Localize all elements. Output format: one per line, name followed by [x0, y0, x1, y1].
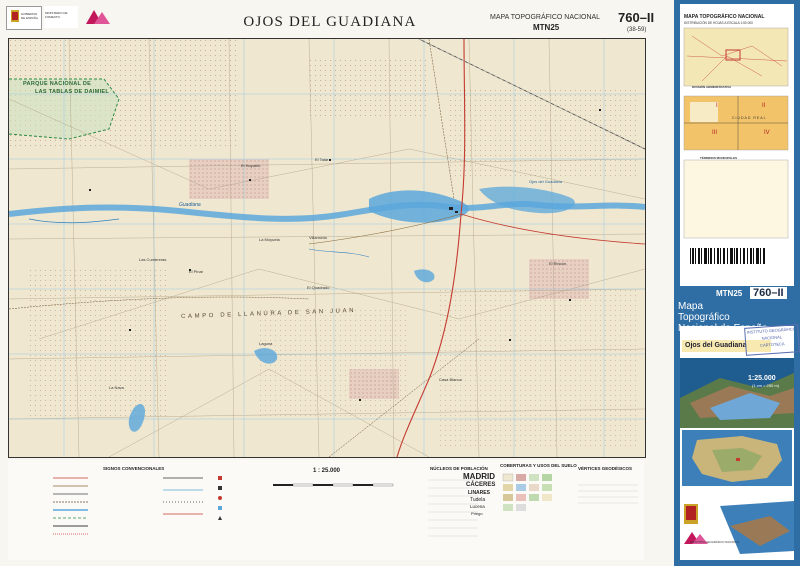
ojos-label: Ojos del Guadiana: [529, 179, 563, 184]
scale-bar: [273, 483, 394, 487]
el-quadrado-label: El Quadrado: [307, 285, 330, 290]
legend-nucleos-title: NÚCLEOS DE POBLACIÓN: [430, 466, 488, 471]
terminos-title: TÉRMINOS MUNICIPALES: [700, 156, 738, 160]
land-use-swatches: [502, 473, 552, 511]
la-nava-label: La Nava: [109, 385, 124, 390]
cover-name-line2: Topográfico: [678, 312, 730, 323]
series-name: MAPA TOPOGRÁFICO NACIONAL: [490, 14, 601, 21]
scale-text: 1 : 25.000: [313, 468, 341, 474]
el-hoyuelo-label: El Hoyuelo: [241, 163, 261, 168]
cover-scale: 1:25.000: [748, 375, 776, 382]
division-title: DIVISIÓN ADMINISTRATIVA: [692, 85, 732, 89]
quadrant-1: I: [716, 103, 718, 109]
town-madrid: MADRID: [463, 472, 495, 481]
laguna-label: Laguna: [259, 341, 273, 346]
series-code: MTN25: [533, 23, 560, 32]
quadrant-3: III: [712, 130, 718, 136]
town-caceres: CÁCERES: [466, 482, 496, 488]
cover-sheet-number: 760–II: [750, 287, 787, 299]
ciudad-real-label: CIUDAD REAL: [732, 116, 767, 120]
cover-bottom-panel: [680, 496, 794, 556]
casa-blanca-label: Casa Blanca: [439, 377, 462, 382]
town-lucena: Lucena: [470, 504, 485, 509]
cover-name-line1: Mapa: [678, 301, 704, 312]
cover-title: MAPA TOPOGRÁFICO NACIONAL: [684, 14, 765, 20]
park-label: PARQUE NACIONAL DE: [23, 81, 92, 87]
quadrant-2: II: [762, 103, 766, 109]
las-cumbreras-label: Las Cumbreras: [139, 257, 167, 262]
cover-3d-image: [680, 358, 794, 428]
town-priego: Priego: [471, 511, 483, 516]
sheet-code: (38-59): [627, 27, 647, 33]
villarrubia-label: Villarrubia: [309, 235, 327, 240]
la-moyuela-label: La Moyuela: [259, 237, 280, 242]
el-pinar-label: El Pinar: [189, 269, 204, 274]
cover-iberia-map: [682, 430, 792, 486]
legend-symbols: [53, 473, 638, 537]
cover-subtitle: DISTRIBUCIÓN DE HOJAS A ESCALA 1:50.000: [684, 21, 753, 25]
ign-logo: [82, 6, 112, 28]
legend-cobertura-title: COBERTURAS Y USOS DEL SUELO: [500, 463, 577, 468]
cover-index-maps: [683, 27, 789, 264]
ministry-logo: MINISTERIO DE FOMENTO: [44, 6, 78, 28]
legend-panel: SIGNOS CONVENCIONALES NÚCLEOS DE POBLACI…: [8, 460, 644, 560]
ign-mark-icon: [86, 10, 110, 24]
el-talar-label: El Talar: [315, 157, 329, 162]
map-drawing: [9, 39, 645, 457]
logo2-text: MINISTERIO DE FOMENTO: [45, 11, 68, 19]
logo1-text: GOBIERNO DE ESPAÑA: [21, 12, 38, 20]
river-label: Guadiana: [179, 202, 201, 208]
map-canvas[interactable]: PARQUE NACIONAL DE LAS TABLAS DE DAIMIEL…: [8, 38, 646, 458]
government-logo: GOBIERNO DE ESPAÑA: [6, 6, 42, 30]
park-label-2: LAS TABLAS DE DAIMIEL: [35, 89, 110, 95]
legend-vertices-title: VÉRTICES GEODÉSICOS: [578, 466, 633, 471]
el-rincon-label: El Rincón: [549, 261, 567, 266]
quadrant-4: IV: [764, 130, 770, 136]
library-stamp: INSTITUTO GEOGRÁFICO NACIONAL CARTOTECA: [744, 324, 800, 356]
town-linares: LINARES: [468, 490, 490, 496]
cover-mtn-code: MTN25: [716, 289, 743, 298]
sheet-number: 760–II: [618, 10, 655, 25]
cover-publisher: INSTITUTO GEOGRÁFICO NACIONAL: [690, 540, 740, 544]
header-logos: GOBIERNO DE ESPAÑA MINISTERIO DE FOMENTO: [6, 4, 136, 34]
coat-of-arms-icon: [11, 10, 19, 22]
town-tudela: Tudela: [470, 497, 486, 503]
cover-scale-sub: (1 cm = 250 m): [752, 383, 780, 388]
map-title: OJOS DEL GUADIANA: [243, 14, 417, 30]
